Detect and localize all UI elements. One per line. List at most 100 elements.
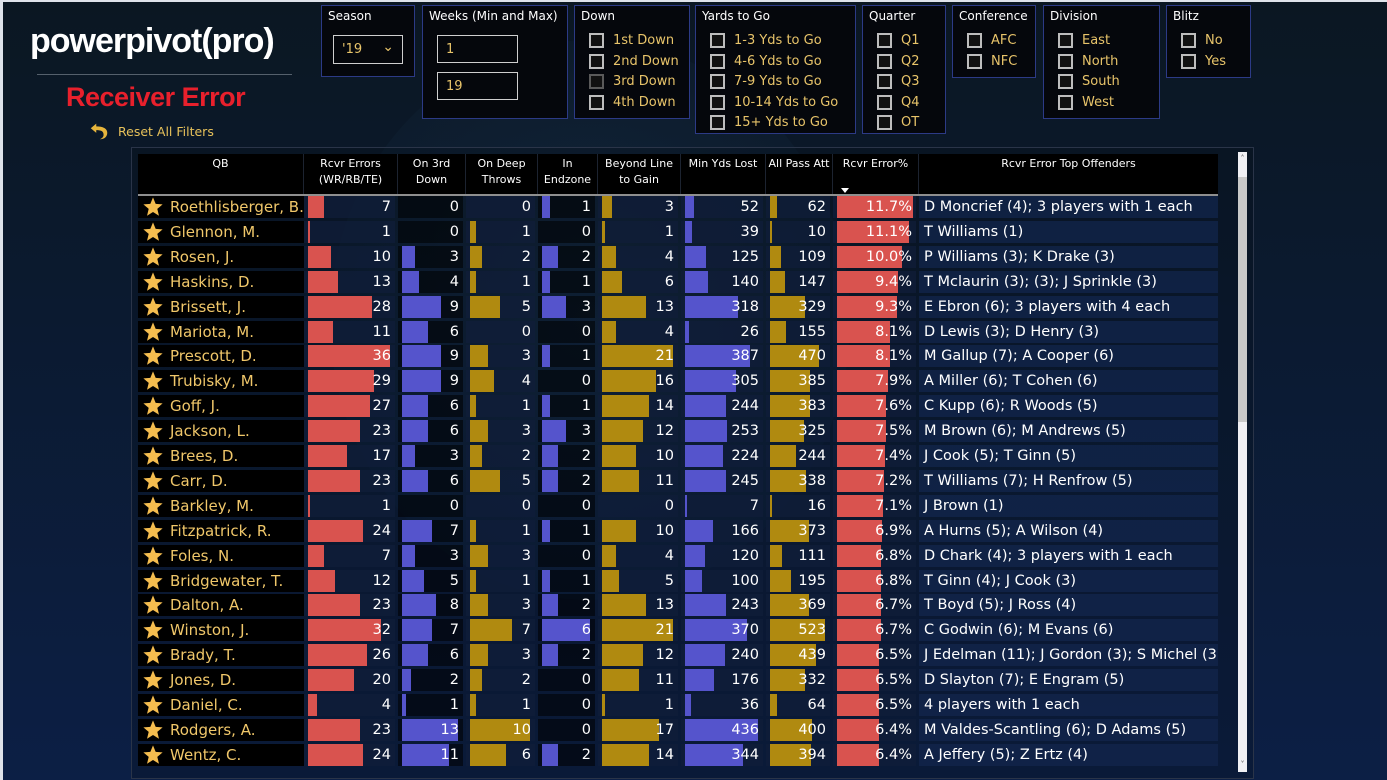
quarter-option-q1[interactable]: Q1 bbox=[877, 33, 920, 48]
table-row[interactable]: Brissett, J. 28 9 5 3 13 318 329 9.3% E Ebron (6)… bbox=[138, 295, 1218, 318]
table-scrollbar[interactable]: ˄ ˅ bbox=[1238, 152, 1247, 772]
table-row[interactable]: Wentz, C. 24 11 6 2 14 344 394 6.4% A Jeffery (5)… bbox=[138, 743, 1218, 766]
division-option-south[interactable]: South bbox=[1058, 74, 1120, 89]
cell-value: 20 bbox=[372, 672, 391, 689]
cell-value: 11 bbox=[655, 472, 674, 489]
checkbox-icon bbox=[710, 95, 725, 110]
scroll-up-icon[interactable]: ˄ bbox=[1238, 154, 1247, 164]
table-row[interactable]: Goff, J. 27 6 1 1 14 244 383 7.6% C Kupp (6); R W… bbox=[138, 395, 1218, 418]
qb-name: Brees, D. bbox=[170, 447, 239, 465]
down-option-2nd[interactable]: 2nd Down bbox=[589, 54, 679, 69]
cell-rcvr-error-pct: 7.6% bbox=[833, 395, 916, 418]
division-option-east[interactable]: East bbox=[1058, 33, 1110, 48]
cell-value: 109 bbox=[798, 248, 826, 265]
column-header-on-3rd-down[interactable]: On 3rd Down bbox=[398, 154, 466, 194]
table-row[interactable]: Bridgewater, T. 12 5 1 1 5 100 195 6.8% T Ginn (4… bbox=[138, 569, 1218, 592]
cell-value: 2 bbox=[581, 647, 591, 664]
cell-value: 373 bbox=[798, 522, 826, 539]
yards-option-7-9[interactable]: 7-9 Yds to Go bbox=[710, 74, 822, 89]
cell-value: 7 bbox=[449, 522, 459, 539]
column-header-all-pass-att[interactable]: All Pass Att bbox=[766, 154, 833, 194]
cell-value: 1 bbox=[521, 522, 531, 539]
table-row[interactable]: Glennon, M. 1 0 1 0 1 39 10 11.1% T Williams (1) bbox=[138, 220, 1218, 243]
column-header-rcvr-error-pct[interactable]: Rcvr Error% bbox=[833, 154, 919, 194]
data-bar bbox=[685, 420, 728, 443]
column-header-top-offenders[interactable]: Rcvr Error Top Offenders bbox=[919, 154, 1218, 194]
reset-filters-button[interactable]: Reset All Filters bbox=[88, 120, 214, 142]
column-header-deep-throws[interactable]: On Deep Throws bbox=[466, 154, 538, 194]
scroll-down-icon[interactable]: ˅ bbox=[1238, 760, 1247, 770]
down-option-1st[interactable]: 1st Down bbox=[589, 33, 674, 48]
cell-qb: Bridgewater, T. bbox=[138, 569, 304, 592]
cell-on-3rd-down: 0 bbox=[398, 220, 463, 243]
conference-option-nfc[interactable]: NFC bbox=[967, 54, 1017, 69]
down-option-4th[interactable]: 4th Down bbox=[589, 95, 676, 110]
cell-qb: Brady, T. bbox=[138, 644, 304, 667]
cell-qb: Brissett, J. bbox=[138, 295, 304, 318]
week-min-input[interactable]: 1 bbox=[437, 35, 518, 63]
data-bar bbox=[470, 694, 476, 716]
column-header-min-yds-lost[interactable]: Min Yds Lost bbox=[681, 154, 766, 194]
quarter-option-q4[interactable]: Q4 bbox=[877, 95, 920, 110]
table-row[interactable]: Trubisky, M. 29 9 4 0 16 305 385 7.9% A Miller (6… bbox=[138, 370, 1218, 393]
table-row[interactable]: Fitzpatrick, R. 24 7 1 1 10 166 373 6.9% A Hurns … bbox=[138, 519, 1218, 542]
cell-min-yds-lost: 253 bbox=[681, 420, 763, 443]
data-bar bbox=[685, 245, 706, 268]
table-row[interactable]: Mariota, M. 11 6 0 0 4 26 155 8.1% D Lewis (3); D… bbox=[138, 320, 1218, 343]
cell-top-offenders: D Moncrief (4); 3 players with 1 each bbox=[919, 196, 1218, 218]
yards-option-10-14[interactable]: 10-14 Yds to Go bbox=[710, 95, 838, 110]
data-bar bbox=[470, 743, 506, 766]
table-row[interactable]: Jackson, L. 23 6 3 3 12 253 325 7.5% M Brown (6);… bbox=[138, 420, 1218, 443]
table-row[interactable]: Roethlisberger, B. 7 0 0 1 3 52 62 11.7% D Moncri… bbox=[138, 196, 1218, 218]
blitz-option-no[interactable]: No bbox=[1181, 33, 1223, 48]
table-row[interactable]: Rosen, J. 10 3 2 2 4 125 109 10.0% P Williams (3)… bbox=[138, 245, 1218, 268]
yards-option-4-6[interactable]: 4-6 Yds to Go bbox=[710, 54, 822, 69]
column-header-beyond-line[interactable]: Beyond Line to Gain bbox=[598, 154, 681, 194]
cell-deep-throws: 0 bbox=[466, 320, 535, 343]
scrollbar-thumb[interactable] bbox=[1238, 177, 1247, 422]
column-header-endzone[interactable]: In Endzone bbox=[538, 154, 598, 194]
table-row[interactable]: Brady, T. 26 6 3 2 12 240 439 6.5% J Edelman (11)… bbox=[138, 644, 1218, 667]
week-max-input[interactable]: 19 bbox=[437, 72, 518, 100]
cell-on-3rd-down: 6 bbox=[398, 644, 463, 667]
down-option-3rd[interactable]: 3rd Down bbox=[589, 74, 676, 89]
cell-value: 329 bbox=[798, 298, 826, 315]
data-bar bbox=[602, 544, 616, 567]
division-option-north[interactable]: North bbox=[1058, 54, 1118, 69]
cell-value: 2 bbox=[521, 248, 531, 265]
column-header-qb[interactable]: QB bbox=[138, 154, 304, 194]
yards-option-15-plus[interactable]: 15+ Yds to Go bbox=[710, 115, 828, 130]
conference-option-afc[interactable]: AFC bbox=[967, 33, 1016, 48]
blitz-option-yes[interactable]: Yes bbox=[1181, 54, 1226, 69]
table-row[interactable]: Rodgers, A. 23 13 10 0 17 436 400 6.4% M Valdes-S… bbox=[138, 718, 1218, 741]
table-row[interactable]: Haskins, D. 13 4 1 1 6 140 147 9.4% T Mclaurin (3… bbox=[138, 270, 1218, 293]
cell-value: 11.1% bbox=[865, 223, 912, 240]
table-row[interactable]: Foles, N. 7 3 3 0 4 120 111 6.8% D Chark (4); 3 p… bbox=[138, 544, 1218, 567]
data-bar bbox=[470, 245, 482, 268]
quarter-option-ot[interactable]: OT bbox=[877, 115, 919, 130]
cell-on-3rd-down: 8 bbox=[398, 594, 463, 617]
table-row[interactable]: Winston, J. 32 7 7 6 21 370 523 6.7% C Godwin (6)… bbox=[138, 619, 1218, 642]
division-option-west[interactable]: West bbox=[1058, 95, 1114, 110]
cell-deep-throws: 1 bbox=[466, 694, 535, 716]
season-dropdown[interactable]: '19 ⌄ bbox=[333, 35, 403, 64]
table-row[interactable]: Prescott, D. 36 9 3 1 21 387 470 8.1% M Gallup (7… bbox=[138, 345, 1218, 368]
cell-deep-throws: 2 bbox=[466, 445, 535, 467]
column-header-rcvr-errors[interactable]: Rcvr Errors (WR/RB/TE) bbox=[304, 154, 398, 194]
data-bar bbox=[602, 445, 636, 467]
yards-option-1-3[interactable]: 1-3 Yds to Go bbox=[710, 33, 822, 48]
quarter-option-q2[interactable]: Q2 bbox=[877, 54, 920, 69]
quarter-option-q3[interactable]: Q3 bbox=[877, 74, 920, 89]
cell-rcvr-error-pct: 6.5% bbox=[833, 669, 916, 692]
cell-value: 6 bbox=[664, 273, 674, 290]
data-bar bbox=[685, 445, 723, 467]
table-row[interactable]: Dalton, A. 23 8 3 2 13 243 369 6.7% T Boyd (5); J… bbox=[138, 594, 1218, 617]
data-bar bbox=[685, 469, 727, 492]
cell-value: 8 bbox=[449, 597, 459, 614]
table-row[interactable]: Daniel, C. 4 1 1 0 1 36 64 6.5% 4 players with 1 … bbox=[138, 694, 1218, 716]
cell-qb: Glennon, M. bbox=[138, 220, 304, 243]
table-row[interactable]: Jones, D. 20 2 2 0 11 176 332 6.5% D Slayton (7);… bbox=[138, 669, 1218, 692]
table-row[interactable]: Carr, D. 23 6 5 2 11 245 338 7.2% T Williams (7);… bbox=[138, 469, 1218, 492]
table-row[interactable]: Barkley, M. 1 0 0 0 0 7 16 7.1% J Brown (1) bbox=[138, 494, 1218, 517]
table-row[interactable]: Brees, D. 17 3 2 2 10 224 244 7.4% J Cook (5); T … bbox=[138, 445, 1218, 467]
